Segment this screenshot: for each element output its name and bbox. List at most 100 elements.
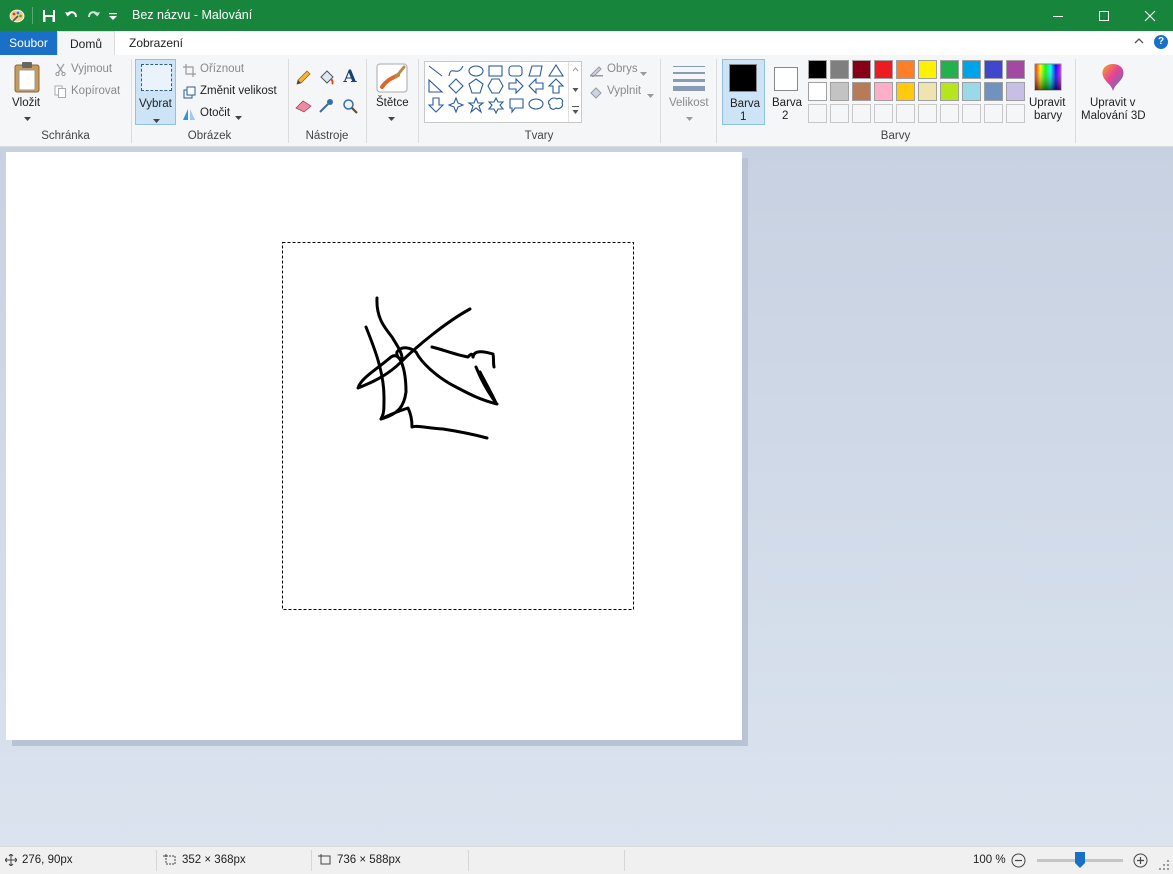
shape-down-arrow[interactable] — [427, 97, 445, 113]
shapes-scrollbar[interactable] — [568, 62, 582, 122]
fill-button[interactable]: Vyplnit — [607, 85, 641, 97]
tab-view[interactable]: Zobrazení — [118, 31, 194, 55]
shape-oval[interactable] — [468, 65, 484, 77]
palette-color-swatch[interactable] — [830, 60, 849, 79]
zoom-slider-thumb[interactable] — [1075, 852, 1085, 868]
resize-button[interactable]: Změnit velikost — [200, 85, 277, 97]
shape-curve[interactable] — [448, 65, 464, 77]
brushes-dropdown-icon[interactable] — [388, 113, 395, 125]
shape-left-arrow[interactable] — [528, 77, 544, 95]
shape-polygon[interactable] — [528, 65, 543, 77]
shape-five-point-star[interactable] — [467, 96, 485, 114]
rotate-dropdown-icon[interactable] — [235, 112, 242, 124]
palette-color-swatch[interactable] — [940, 82, 959, 101]
maximize-button[interactable] — [1081, 0, 1127, 31]
pencil-icon[interactable] — [294, 69, 312, 87]
shape-rounded-rectangle[interactable] — [508, 65, 523, 77]
tab-home[interactable]: Domů — [57, 31, 115, 55]
shape-four-point-star[interactable] — [447, 96, 465, 114]
magnifier-icon[interactable] — [341, 97, 359, 115]
paste-dropdown-icon[interactable] — [24, 113, 31, 125]
shape-triangle[interactable] — [547, 63, 565, 77]
text-tool-icon[interactable]: A — [341, 67, 359, 87]
drawing-canvas[interactable] — [6, 152, 742, 740]
shape-rectangle[interactable] — [488, 65, 503, 77]
palette-color-swatch[interactable] — [1006, 60, 1025, 79]
edit-colors-label-2[interactable]: barvy — [1034, 110, 1062, 122]
palette-empty-swatch[interactable] — [962, 104, 981, 123]
selection-rectangle[interactable] — [282, 242, 634, 610]
palette-color-swatch[interactable] — [918, 60, 937, 79]
redo-icon[interactable] — [84, 7, 102, 24]
paint3d-label-1[interactable]: Upravit v — [1090, 97, 1135, 109]
shape-up-arrow[interactable] — [547, 78, 565, 94]
palette-empty-swatch[interactable] — [896, 104, 915, 123]
help-icon[interactable]: ? — [1154, 35, 1168, 49]
color2-button[interactable]: Barva 2 — [767, 59, 805, 125]
palette-color-swatch[interactable] — [852, 60, 871, 79]
palette-empty-swatch[interactable] — [984, 104, 1003, 123]
size-dropdown-icon[interactable] — [686, 113, 693, 125]
fill-dropdown-icon[interactable] — [647, 90, 654, 102]
shape-hexagon[interactable] — [487, 78, 504, 94]
outline-dropdown-icon[interactable] — [640, 68, 647, 80]
zoom-out-button[interactable] — [1011, 853, 1026, 871]
palette-empty-swatch[interactable] — [830, 104, 849, 123]
palette-color-swatch[interactable] — [830, 82, 849, 101]
rotate-button[interactable]: Otočit — [200, 107, 230, 119]
palette-color-swatch[interactable] — [962, 60, 981, 79]
shape-diamond[interactable] — [448, 78, 464, 94]
tab-file[interactable]: Soubor — [0, 31, 57, 55]
shape-line[interactable] — [428, 65, 443, 77]
palette-color-swatch[interactable] — [896, 82, 915, 101]
shape-cloud-callout[interactable] — [547, 97, 564, 110]
zoom-in-button[interactable] — [1133, 853, 1148, 871]
palette-color-swatch[interactable] — [808, 82, 827, 101]
palette-empty-swatch[interactable] — [1006, 104, 1025, 123]
size-button[interactable]: Velikost — [669, 97, 709, 109]
palette-color-swatch[interactable] — [874, 60, 893, 79]
palette-color-swatch[interactable] — [874, 82, 893, 101]
close-button[interactable] — [1127, 0, 1173, 31]
palette-color-swatch[interactable] — [962, 82, 981, 101]
fill-bucket-icon[interactable] — [317, 68, 335, 86]
palette-empty-swatch[interactable] — [874, 104, 893, 123]
palette-color-swatch[interactable] — [1006, 82, 1025, 101]
edit-colors-label-1[interactable]: Upravit — [1029, 97, 1065, 109]
palette-color-swatch[interactable] — [984, 60, 1003, 79]
outline-button[interactable]: Obrys — [607, 63, 638, 75]
customize-toolbar-icon[interactable] — [106, 7, 120, 24]
palette-color-swatch[interactable] — [984, 82, 1003, 101]
color-picker-icon[interactable] — [317, 97, 335, 115]
paint3d-label-2[interactable]: Malování 3D — [1081, 110, 1146, 122]
palette-empty-swatch[interactable] — [918, 104, 937, 123]
palette-empty-swatch[interactable] — [808, 104, 827, 123]
paint-app-icon[interactable] — [8, 7, 26, 24]
minimize-button[interactable] — [1035, 0, 1081, 31]
palette-color-swatch[interactable] — [940, 60, 959, 79]
shape-rounded-callout[interactable] — [509, 98, 524, 114]
palette-color-swatch[interactable] — [896, 60, 915, 79]
copy-button[interactable]: Kopírovat — [71, 85, 120, 97]
palette-empty-swatch[interactable] — [852, 104, 871, 123]
palette-color-swatch[interactable] — [852, 82, 871, 101]
cut-button[interactable]: Vyjmout — [71, 63, 112, 75]
eraser-icon[interactable] — [294, 97, 312, 115]
select-button[interactable]: Vybrat — [135, 59, 176, 125]
resize-grip-icon[interactable] — [1158, 859, 1170, 874]
crop-button[interactable]: Oříznout — [200, 63, 244, 75]
palette-color-swatch[interactable] — [808, 60, 827, 79]
shape-right-arrow[interactable] — [508, 77, 524, 95]
brushes-button[interactable]: Štětce — [376, 97, 409, 109]
shape-pentagon[interactable] — [468, 78, 484, 94]
color1-button[interactable]: Barva 1 — [722, 59, 765, 125]
palette-empty-swatch[interactable] — [940, 104, 959, 123]
palette-color-swatch[interactable] — [918, 82, 937, 101]
collapse-ribbon-icon[interactable] — [1134, 36, 1144, 48]
save-icon[interactable] — [40, 7, 58, 24]
shape-oval-callout[interactable] — [528, 98, 544, 110]
shape-right-triangle[interactable] — [428, 78, 444, 93]
shape-six-point-star[interactable] — [487, 96, 505, 115]
undo-icon[interactable] — [62, 7, 80, 24]
paste-button[interactable]: Vložit — [12, 97, 40, 109]
